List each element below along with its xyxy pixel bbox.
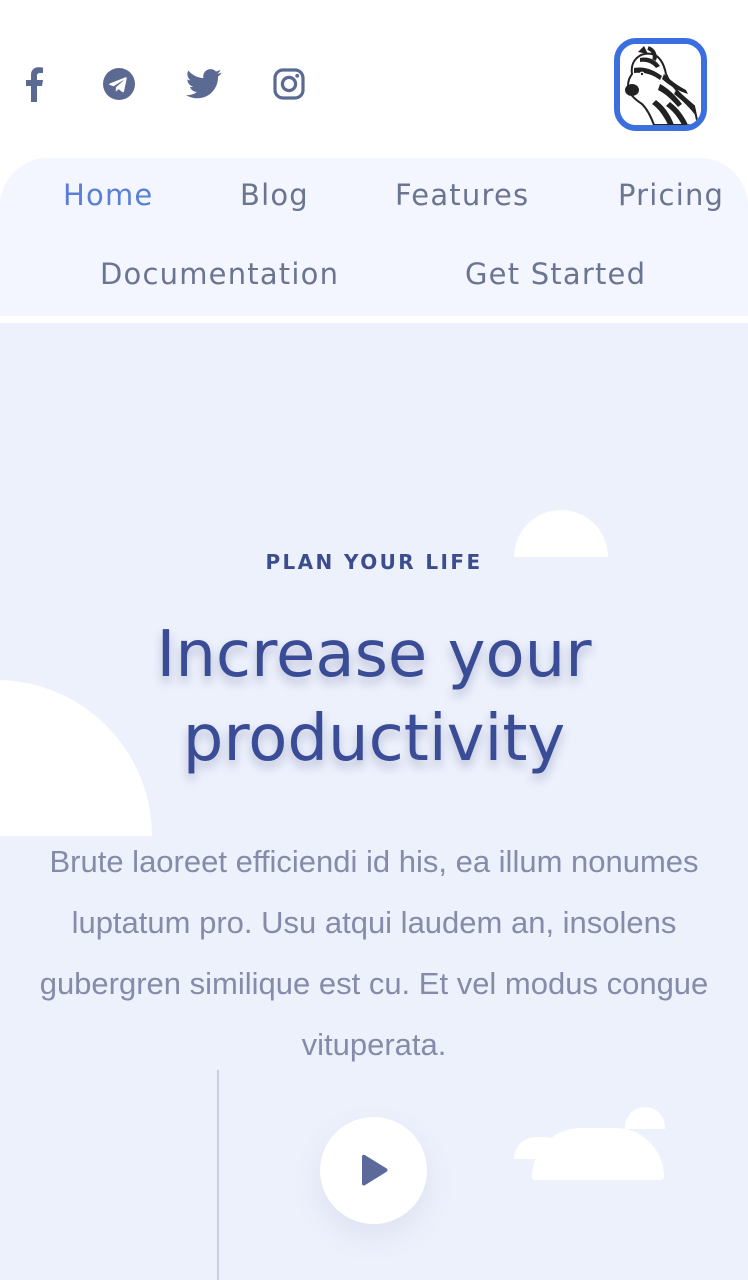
zebra-icon [620,44,701,125]
play-video-button[interactable] [320,1117,427,1224]
nav-get-started[interactable]: Get Started [465,257,646,291]
top-bar [0,0,748,160]
hero-eyebrow: PLAN YOUR LIFE [265,550,483,574]
divider [0,316,748,323]
twitter-icon[interactable] [184,62,224,106]
decorative-line [217,1070,219,1280]
hero-headline-line1: Increase your [156,618,592,692]
decorative-cloud [625,1107,665,1129]
social-links [14,62,354,106]
main-nav: Home Blog Features Pricing Documentation… [0,158,748,316]
hero-description: Brute laoreet efficiendi id his, ea illu… [39,844,709,1062]
hero-section: PLAN YOUR LIFE Increase your productivit… [0,323,748,1280]
play-icon [361,1154,387,1186]
facebook-icon[interactable] [14,62,54,106]
nav-features[interactable]: Features [395,178,529,212]
telegram-icon[interactable] [99,62,139,106]
hero-headline-line2: productivity [182,702,566,776]
brand-logo[interactable] [614,38,707,131]
hero-headline: Increase your productivity [0,613,748,781]
nav-pricing[interactable]: Pricing [618,178,724,212]
nav-documentation[interactable]: Documentation [100,257,339,291]
instagram-icon[interactable] [269,62,309,106]
nav-blog[interactable]: Blog [240,178,309,212]
nav-home[interactable]: Home [63,178,153,212]
decorative-cloud [532,1128,664,1180]
